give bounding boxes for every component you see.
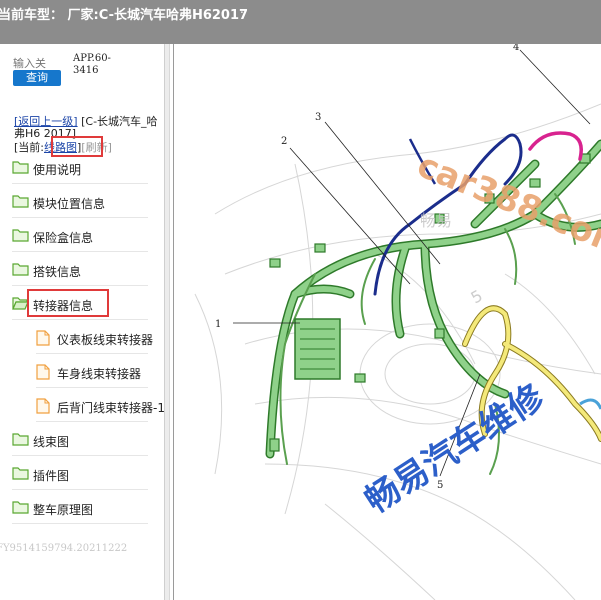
tree-item-schematic[interactable]: 整车原理图 <box>12 498 158 520</box>
folder-icon <box>12 467 29 480</box>
divider <box>36 387 148 388</box>
folder-icon <box>12 161 29 174</box>
folder-icon <box>12 433 29 446</box>
folder-icon <box>12 195 29 208</box>
tree-item-ground[interactable]: 搭铁信息 <box>12 260 158 282</box>
folder-icon <box>12 263 29 276</box>
watermark-brand: 畅易汽车维修 <box>358 376 552 521</box>
file-icon <box>36 330 50 346</box>
divider <box>12 183 148 184</box>
tree-item-label: 插件图 <box>33 469 70 483</box>
callout-2: 2 <box>281 136 287 147</box>
tree-item-label: 模块位置信息 <box>33 197 106 211</box>
watermark-url: car388.com <box>412 145 601 266</box>
tree-item-label: 线束图 <box>33 435 70 449</box>
folder-icon <box>12 501 29 514</box>
tree-item-label: 仪表板线束转接器 <box>57 333 154 347</box>
tree-item-label: 车身线束转接器 <box>57 367 142 381</box>
window-title-suffix: . <box>240 2 244 16</box>
app-code: APP.60-3416 <box>73 53 111 76</box>
title-bar: 当前车型： 厂家:C-长城汽车哈弗H62017 . <box>0 0 601 44</box>
pane-splitter[interactable] <box>164 44 170 600</box>
divider <box>12 251 148 252</box>
wiring-diagram: 1 2 3 4 5 car388.com 畅易汽车维修 畅易 5 <box>175 44 601 600</box>
tree-item-fuse-box[interactable]: 保险盒信息 <box>12 226 158 248</box>
file-icon <box>36 364 50 380</box>
folder-icon <box>12 229 29 242</box>
tree-item-label: 使用说明 <box>33 163 82 177</box>
highlight-box-current <box>51 136 103 157</box>
callout-1: 1 <box>215 319 221 330</box>
file-icon <box>36 398 50 414</box>
window-title: 当前车型： 厂家:C-长城汽车哈弗H62017 <box>0 8 249 23</box>
watermark-small: 畅易 <box>420 211 452 230</box>
divider <box>12 455 148 456</box>
harness-illustration: 1 2 3 4 5 car388.com 畅易汽车维修 畅易 5 <box>194 44 601 600</box>
highlight-box-adapter <box>27 289 109 317</box>
search-input[interactable] <box>13 55 59 71</box>
tree-item-module-location[interactable]: 模块位置信息 <box>12 192 158 214</box>
pane-border <box>173 44 174 600</box>
divider <box>12 319 148 320</box>
tree-item-dashboard-adapter[interactable]: 仪表板线束转接器 <box>36 328 164 350</box>
divider <box>36 353 148 354</box>
tree-item-tailgate-adapter[interactable]: 后背门线束转接器-1 <box>36 396 164 418</box>
sidebar: 查询 APP.60-3416 [返回上一级] [C-长城汽车_哈弗H6 2017… <box>0 44 164 600</box>
tree-item-usage[interactable]: 使用说明 <box>12 158 158 180</box>
tree-item-body-adapter[interactable]: 车身线束转接器 <box>36 362 164 384</box>
divider <box>12 489 148 490</box>
tree-item-label: 整车原理图 <box>33 503 94 517</box>
search-button[interactable]: 查询 <box>13 70 61 86</box>
tree-item-connector[interactable]: 插件图 <box>12 464 158 486</box>
tree-item-label: 搭铁信息 <box>33 265 82 279</box>
tree-item-label: 后背门线束转接器-1 <box>57 401 164 415</box>
divider <box>12 285 148 286</box>
callout-4: 4 <box>513 44 519 53</box>
callout-3: 3 <box>315 112 321 123</box>
current-prefix: [当前: <box>14 141 44 154</box>
tree-item-label: 保险盒信息 <box>33 231 94 245</box>
divider <box>12 217 148 218</box>
divider <box>36 421 148 422</box>
divider <box>12 523 148 524</box>
watermark-small-2: 5 <box>468 286 486 308</box>
tree-item-harness[interactable]: 线束图 <box>12 430 158 452</box>
footer-id: FY9514159794.20211222 <box>0 543 128 554</box>
